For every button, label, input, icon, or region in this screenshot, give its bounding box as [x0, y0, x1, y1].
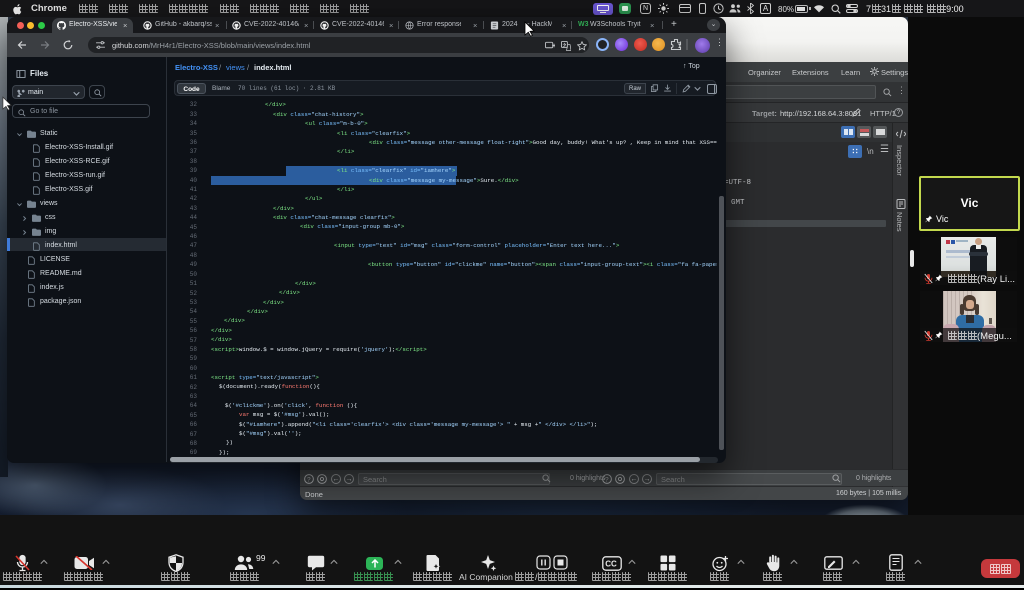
svg-text:?: ? [605, 476, 609, 483]
svg-text:CC: CC [605, 560, 617, 569]
svg-text:?: ? [307, 476, 311, 483]
